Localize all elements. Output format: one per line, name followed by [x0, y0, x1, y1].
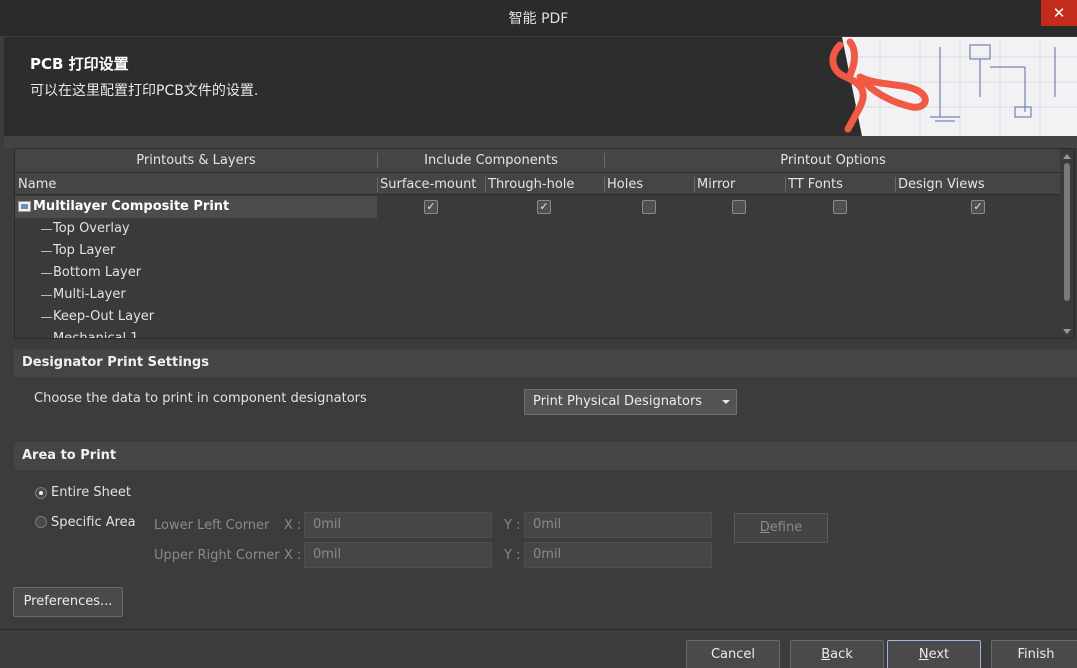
specific-area-label[interactable]: Specific Area [51, 515, 136, 530]
tree-connector [41, 317, 52, 318]
designator-selected: Print Physical Designators [533, 394, 703, 409]
layer-name: Top Layer [53, 243, 116, 258]
checkbox-holes[interactable] [642, 200, 656, 214]
row-name-cell: Multilayer Composite Print [15, 196, 377, 218]
ll-x-label: X : [284, 518, 302, 533]
scroll-up-icon[interactable] [1063, 154, 1071, 159]
pcb-pdf-banner-icon [820, 37, 1077, 136]
ur-y-label: Y : [504, 548, 521, 563]
tree-connector [41, 273, 52, 274]
header-divider [694, 177, 695, 192]
col-surface-mount[interactable]: Surface-mount [380, 173, 476, 194]
grid-group-header: Printouts & Layers Include Components Pr… [15, 149, 1061, 173]
layer-row[interactable]: Bottom Layer [15, 262, 1061, 284]
ur-x-label: X : [284, 548, 302, 563]
ll-x-field[interactable]: 0mil [304, 512, 492, 538]
cancel-button[interactable]: Cancel [686, 640, 780, 668]
tree-connector [41, 251, 52, 252]
page-title: PCB 打印设置 [30, 55, 129, 73]
chevron-down-icon [722, 400, 730, 404]
entire-sheet-label[interactable]: Entire Sheet [51, 485, 131, 500]
area-section-header: Area to Print [14, 442, 1077, 470]
finish-button[interactable]: Finish [991, 640, 1077, 668]
col-tt-fonts[interactable]: TT Fonts [788, 173, 843, 194]
layer-row[interactable]: Top Layer [15, 240, 1061, 262]
ll-y-field[interactable]: 0mil [524, 512, 712, 538]
table-row-multilayer-composite[interactable]: Multilayer Composite Print ✓ ✓ ✓ [15, 196, 1061, 218]
layer-row[interactable]: Mechanical 1 [15, 328, 1061, 339]
header-divider [604, 177, 605, 192]
col-name[interactable]: Name [18, 173, 56, 194]
header-divider [785, 177, 786, 192]
layer-row[interactable]: Keep-Out Layer [15, 306, 1061, 328]
radio-entire-sheet[interactable] [35, 487, 47, 499]
checkbox-tt-fonts[interactable] [833, 200, 847, 214]
footer-separator [0, 629, 1077, 630]
grid-scrollbar[interactable] [1060, 149, 1074, 338]
group-include-components: Include Components [424, 153, 558, 168]
checkbox-through-hole[interactable]: ✓ [537, 200, 551, 214]
back-button[interactable]: Back [790, 640, 884, 668]
checkbox-mirror[interactable] [732, 200, 746, 214]
checkbox-surface-mount[interactable]: ✓ [424, 200, 438, 214]
layer-name: Top Overlay [53, 221, 130, 236]
layer-row[interactable]: Top Overlay [15, 218, 1061, 240]
header-divider [377, 177, 378, 192]
col-through-hole[interactable]: Through-hole [488, 173, 574, 194]
window-title: 智能 PDF [508, 11, 569, 27]
ll-y-label: Y : [504, 518, 521, 533]
col-design-views[interactable]: Design Views [898, 173, 985, 194]
title-bar: 智能 PDF ✕ [0, 0, 1077, 36]
close-button[interactable]: ✕ [1041, 0, 1077, 26]
designator-label: Choose the data to print in component de… [34, 391, 367, 406]
checkbox-design-views[interactable]: ✓ [971, 200, 985, 214]
scroll-thumb[interactable] [1064, 163, 1070, 301]
preferences-button[interactable]: Preferences... [13, 587, 123, 617]
lower-left-label: Lower Left Corner [154, 518, 270, 533]
layer-name: Multi-Layer [53, 287, 126, 302]
next-button[interactable]: Next [887, 640, 981, 668]
header-separator [4, 136, 1077, 148]
layer-name: Bottom Layer [53, 265, 142, 280]
upper-right-label: Upper Right Corner [154, 548, 280, 563]
smart-pdf-dialog: 智能 PDF ✕ PCB 打印设置 可以在这里配置打印PCB文件的设置. Pri… [0, 0, 1077, 668]
header-divider [895, 177, 896, 192]
layer-name: Mechanical 1 [53, 331, 139, 339]
col-holes[interactable]: Holes [607, 173, 643, 194]
col-mirror[interactable]: Mirror [697, 173, 735, 194]
designator-section-header: Designator Print Settings [14, 349, 1077, 377]
printout-layers-grid[interactable]: Printouts & Layers Include Components Pr… [14, 148, 1075, 339]
tree-connector [41, 229, 52, 230]
wizard-header: PCB 打印设置 可以在这里配置打印PCB文件的设置. [4, 37, 1077, 136]
ur-y-field[interactable]: 0mil [524, 542, 712, 568]
group-printout-options: Printout Options [780, 153, 886, 168]
ur-x-field[interactable]: 0mil [304, 542, 492, 568]
page-subtitle: 可以在这里配置打印PCB文件的设置. [30, 83, 259, 99]
tree-connector [41, 295, 52, 296]
group-printouts-layers: Printouts & Layers [136, 153, 256, 168]
scroll-down-icon[interactable] [1063, 329, 1071, 334]
radio-specific-area[interactable] [35, 516, 47, 528]
printout-icon [18, 201, 31, 212]
row-name: Multilayer Composite Print [33, 199, 230, 214]
header-divider [485, 177, 486, 192]
designator-dropdown[interactable]: Print Physical Designators [524, 389, 737, 415]
layer-name: Keep-Out Layer [53, 309, 155, 324]
grid-column-header: Name Surface-mount Through-hole Holes Mi… [15, 173, 1061, 195]
layer-row[interactable]: Multi-Layer [15, 284, 1061, 306]
define-button[interactable]: Define [734, 513, 828, 543]
